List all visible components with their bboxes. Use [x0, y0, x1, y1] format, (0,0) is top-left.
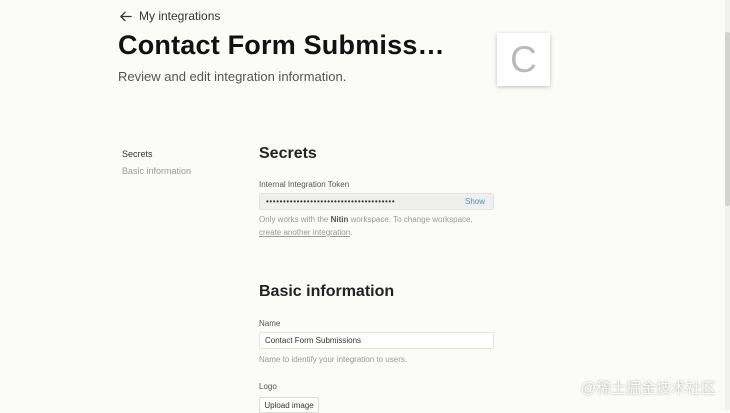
name-help-text: Name to identify your integration to use… — [259, 355, 408, 364]
workspace-name: Nitin — [330, 215, 349, 224]
integration-name-input[interactable] — [259, 332, 494, 349]
nav-item-basic-information[interactable]: Basic information — [122, 163, 191, 180]
section-nav: Secrets Basic information — [122, 146, 191, 180]
create-integration-link[interactable]: create another integration — [259, 228, 350, 237]
token-help-text: Only works with the Nitin workspace. To … — [259, 215, 473, 237]
logo-label: Logo — [259, 382, 277, 391]
upload-image-button[interactable]: Upload image — [259, 397, 319, 413]
token-masked-value: •••••••••••••••••••••••••••••••••••••• — [266, 197, 396, 206]
page-subtitle: Review and edit integration information. — [118, 69, 347, 84]
integration-token-field[interactable]: •••••••••••••••••••••••••••••••••••••• S… — [259, 193, 494, 210]
arrow-left-icon — [120, 11, 132, 21]
back-link-label: My integrations — [139, 9, 221, 23]
basic-information-heading: Basic information — [259, 283, 395, 300]
watermark: @稀土掘金技术社区 — [580, 380, 716, 397]
back-to-integrations-link[interactable]: My integrations — [119, 8, 220, 24]
nav-item-secrets[interactable]: Secrets — [122, 146, 191, 163]
name-label: Name — [259, 319, 281, 328]
integration-logo: C — [497, 33, 550, 86]
token-label: Internal Integration Token — [259, 180, 350, 189]
show-token-button[interactable]: Show — [465, 197, 485, 206]
scrollbar-thumb[interactable] — [725, 32, 730, 206]
page-title: Contact Form Submiss… — [118, 30, 445, 60]
secrets-heading: Secrets — [259, 145, 317, 162]
